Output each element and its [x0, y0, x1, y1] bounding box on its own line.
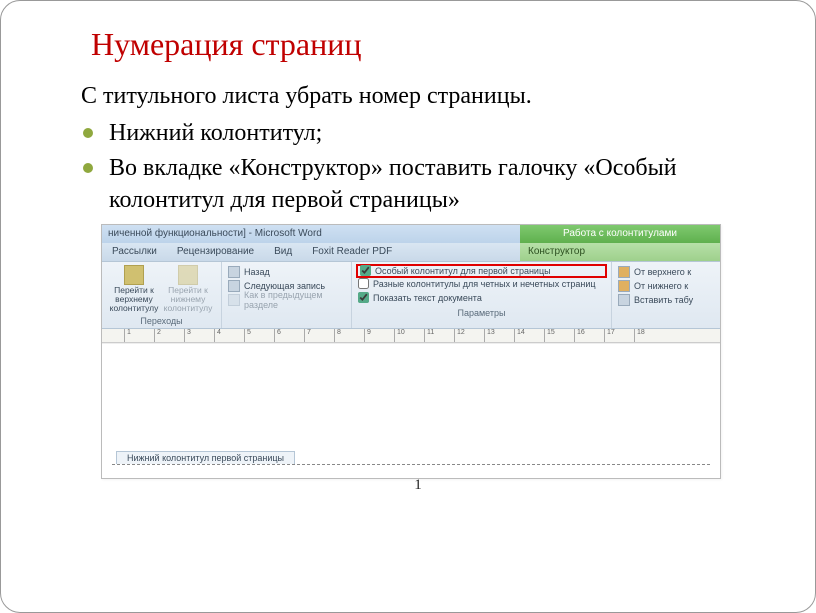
tab-foxit[interactable]: Foxit Reader PDF [302, 243, 402, 261]
insert-tab-button[interactable]: Вставить табу [618, 293, 714, 307]
checkbox-icon[interactable] [358, 292, 369, 303]
window-titlebar: ниченной функциональности] - Microsoft W… [102, 225, 720, 243]
goto-header-button[interactable]: Перейти к верхнему колонтитулу [108, 265, 160, 313]
ribbon: Перейти к верхнему колонтитулу Перейти к… [102, 261, 720, 329]
group-options: Особый колонтитул для первой страницы Ра… [352, 262, 612, 328]
document-area: Нижний колонтитул первой страницы [102, 343, 720, 478]
tab-designer[interactable]: Конструктор [520, 243, 720, 261]
next-icon [228, 280, 240, 292]
context-tab-title: Работа с колонтитулами [520, 225, 720, 243]
ruler-icon [618, 266, 630, 278]
tab-view[interactable]: Вид [264, 243, 302, 261]
group-navigation: Перейти к верхнему колонтитулу Перейти к… [102, 262, 222, 328]
slide: Нумерация страниц С титульного листа убр… [0, 0, 816, 613]
ribbon-tabs: Рассылки Рецензирование Вид Foxit Reader… [102, 243, 720, 261]
footer-label-tab: Нижний колонтитул первой страницы [116, 451, 295, 464]
footer-icon [178, 265, 198, 285]
link-prev-button[interactable]: Как в предыдущем разделе [228, 293, 345, 307]
tab-icon [618, 294, 630, 306]
goto-footer-button[interactable]: Перейти к нижнему колонтитулу [162, 265, 214, 313]
list-item: Нижний колонтитул; [81, 118, 755, 149]
odd-even-checkbox[interactable]: Разные колонтитулы для четных и нечетных… [358, 277, 605, 291]
first-page-checkbox[interactable]: Особый колонтитул для первой страницы [356, 264, 607, 278]
tab-review[interactable]: Рецензирование [167, 243, 264, 261]
from-bottom-button[interactable]: От нижнего к [618, 279, 714, 293]
link-icon [228, 294, 240, 306]
group-position: От верхнего к От нижнего к Вставить табу [612, 262, 720, 328]
show-text-checkbox[interactable]: Показать текст документа [358, 291, 605, 305]
ruler-icon [618, 280, 630, 292]
footer-boundary [112, 464, 710, 465]
back-button[interactable]: Назад [228, 265, 345, 279]
word-screenshot: ниченной функциональности] - Microsoft W… [101, 224, 721, 479]
header-icon [124, 265, 144, 285]
checkbox-icon[interactable] [360, 265, 371, 276]
group-nav-small: Назад Следующая запись Как в предыдущем … [222, 262, 352, 328]
slide-page-number: 1 [81, 477, 755, 494]
bullet-list: Нижний колонтитул; Во вкладке «Конструкт… [81, 118, 755, 216]
ruler: 123456789101112131415161718 [102, 329, 720, 343]
window-title: ниченной функциональности] - Microsoft W… [102, 225, 520, 243]
tab-mailings[interactable]: Рассылки [102, 243, 167, 261]
slide-title: Нумерация страниц [91, 26, 755, 63]
from-top-button[interactable]: От верхнего к [618, 265, 714, 279]
checkbox-icon[interactable] [358, 278, 369, 289]
intro-text: С титульного листа убрать номер страницы… [81, 81, 755, 112]
back-icon [228, 266, 240, 278]
list-item: Во вкладке «Конструктор» поставить галоч… [81, 153, 755, 215]
